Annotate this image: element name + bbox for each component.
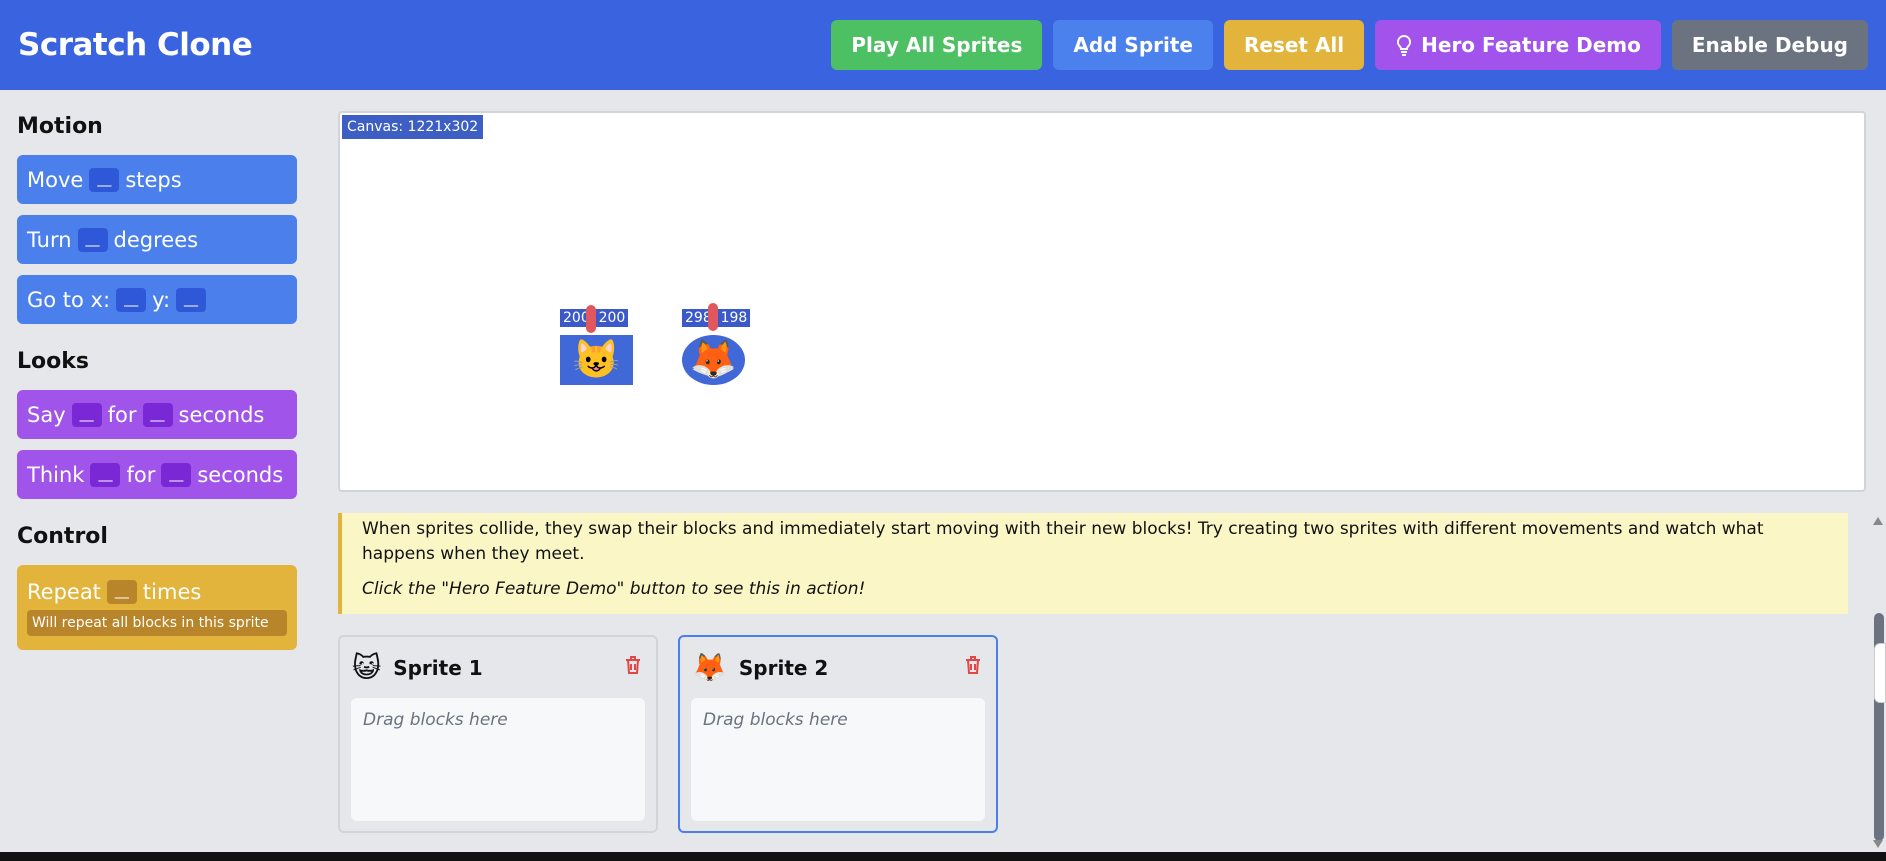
header-actions: Play All Sprites Add Sprite Reset All He… — [831, 20, 1868, 70]
collision-notice: When sprites collide, they swap their bl… — [338, 513, 1848, 614]
side-panel-tab[interactable] — [1874, 643, 1886, 703]
value-slot: __ — [116, 287, 147, 312]
lightbulb-icon — [1397, 34, 1412, 56]
control-heading: Control — [17, 524, 108, 549]
direction-handle[interactable] — [586, 305, 596, 333]
block-text: Repeat — [27, 579, 101, 604]
reset-all-button[interactable]: Reset All — [1223, 20, 1365, 70]
notice-emphasis: Click the "Hero Feature Demo" button to … — [362, 579, 866, 599]
block-text: Go to x: — [27, 287, 111, 312]
block-text: seconds — [178, 402, 265, 427]
hero-feature-demo-button[interactable]: Hero Feature Demo — [1375, 20, 1661, 70]
block-text: Move — [27, 167, 84, 192]
sprite-name: Sprite 2 — [738, 655, 829, 680]
top-bar: Scratch Clone Play All Sprites Add Sprit… — [0, 0, 1886, 90]
block-text: y: — [152, 287, 171, 312]
app-title: Scratch Clone — [18, 27, 253, 63]
sprite-avatar: 🦊 — [692, 651, 727, 684]
notice-text: When sprites collide, they swap their bl… — [362, 519, 1764, 564]
sprite-avatar: 😺 — [352, 651, 382, 684]
enable-debug-button[interactable]: Enable Debug — [1671, 20, 1868, 70]
vertical-scrollbar[interactable] — [1870, 513, 1886, 852]
scroll-up-icon[interactable] — [1873, 517, 1883, 525]
sprite-image: 🦊 — [682, 335, 745, 385]
motion-heading: Motion — [17, 114, 103, 139]
block-text: degrees — [113, 227, 199, 252]
looks-heading: Looks — [17, 349, 89, 374]
block-text: seconds — [197, 462, 284, 487]
trash-icon[interactable] — [964, 655, 982, 675]
sprite-image: 😺 — [560, 335, 633, 385]
sprite-card-header: 😺 Sprite 1 — [352, 651, 483, 684]
block-drop-zone[interactable]: Drag blocks here — [351, 698, 645, 821]
go-to-xy-block[interactable]: Go to x: __ y: __ — [17, 275, 297, 324]
block-palette: Motion Move __ steps Turn __ degrees Go to x… — [0, 90, 317, 852]
value-slot: __ — [77, 227, 108, 252]
value-slot: __ — [106, 579, 137, 604]
stage-canvas[interactable]: Canvas: 1221x302 200, 200 😺 298, 198 🦊 — [338, 111, 1866, 492]
trash-icon[interactable] — [624, 655, 642, 675]
app-root: Scratch Clone Play All Sprites Add Sprit… — [0, 0, 1886, 852]
block-text: steps — [125, 167, 182, 192]
turn-degrees-block[interactable]: Turn __ degrees — [17, 215, 297, 264]
repeat-note: Will repeat all blocks in this sprite — [27, 609, 287, 636]
repeat-row: Repeat __ times — [27, 579, 202, 604]
value-slot: __ — [142, 402, 173, 427]
repeat-block[interactable]: Repeat __ times Will repeat all blocks in … — [17, 565, 297, 650]
sprite-card-2[interactable]: 🦊 Sprite 2 Drag blocks here — [678, 635, 998, 833]
move-steps-block[interactable]: Move __ steps — [17, 155, 297, 204]
block-text: times — [142, 579, 202, 604]
block-text: for — [126, 462, 156, 487]
canvas-size-label: Canvas: 1221x302 — [342, 115, 484, 139]
play-all-sprites-button[interactable]: Play All Sprites — [831, 20, 1043, 70]
block-text: Turn — [27, 227, 72, 252]
sprite-name: Sprite 1 — [393, 655, 483, 680]
block-drop-zone[interactable]: Drag blocks here — [691, 698, 985, 821]
say-block[interactable]: Say __ for __ seconds — [17, 390, 297, 439]
hero-feature-demo-label: Hero Feature Demo — [1421, 33, 1641, 57]
add-sprite-button[interactable]: Add Sprite — [1053, 20, 1213, 70]
think-block[interactable]: Think __ for __ seconds — [17, 450, 297, 499]
block-text: Think — [27, 462, 85, 487]
value-slot: __ — [71, 402, 102, 427]
scroll-down-icon[interactable] — [1873, 840, 1883, 848]
sprite-card-1[interactable]: 😺 Sprite 1 Drag blocks here — [338, 635, 658, 833]
value-slot: __ — [90, 462, 121, 487]
value-slot: __ — [161, 462, 192, 487]
sprite-card-header: 🦊 Sprite 2 — [692, 651, 828, 684]
direction-handle[interactable] — [708, 303, 718, 331]
value-slot: __ — [89, 167, 120, 192]
value-slot: __ — [176, 287, 207, 312]
block-text: Say — [27, 402, 66, 427]
block-text: for — [107, 402, 137, 427]
